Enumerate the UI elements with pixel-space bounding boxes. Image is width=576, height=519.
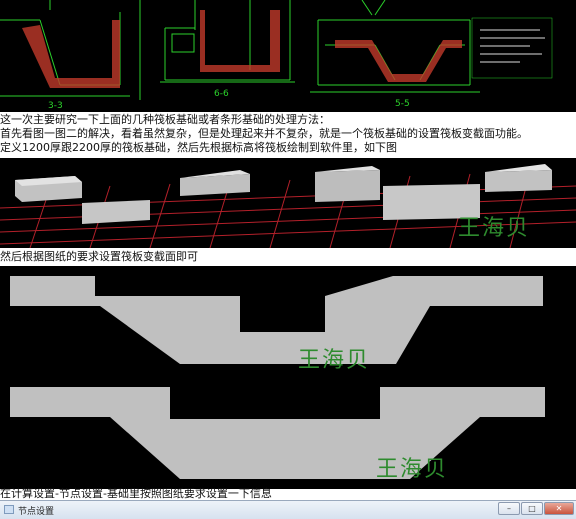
watermark-iso: 王海贝	[458, 216, 531, 241]
window-app-icon	[4, 505, 14, 514]
paragraph-line-2: 首先看图一图二的解决，看着虽然复杂，但是处理起来并不复杂，就是一个筏板基础的设置…	[0, 127, 528, 140]
section-1-profile	[10, 276, 543, 364]
raft-3d-view: 王海贝	[0, 158, 576, 248]
hatch-6-6	[200, 10, 280, 72]
paragraph-line-1: 这一次主要研究一下上面的几种筏板基础或者条形基础的处理方法：	[0, 113, 330, 126]
close-button[interactable]: ✕	[544, 502, 574, 515]
watermark-section-1: 王海贝	[298, 348, 371, 373]
raft-section-2: 王海贝	[0, 381, 576, 489]
cad-sections-svg: 3-3 6-6 5-5	[0, 0, 553, 111]
caption-settings: 在计算设置-节点设置-基础里按照图纸要求设置一下信息	[0, 487, 272, 500]
paragraph-line-3: 定义1200厚跟2200厚的筏板基础，然后先根据标高将筏板绘制到软件里，如下图	[0, 141, 397, 154]
hatch-5-5	[335, 40, 462, 82]
watermark-section-2: 王海贝	[376, 457, 449, 482]
label-6-6: 6-6	[214, 89, 229, 99]
section-2-profile	[10, 387, 545, 479]
section-1-svg	[10, 276, 543, 364]
node-settings-window-titlebar[interactable]: 节点设置 – □ ✕	[0, 500, 576, 519]
maximize-button[interactable]: □	[521, 502, 543, 515]
raft-section-1: 王海贝	[0, 266, 576, 381]
hatch-3-3	[22, 20, 120, 88]
section-2-svg	[10, 387, 545, 479]
label-5-5: 5-5	[395, 99, 410, 109]
cad-drawing: 3-3 6-6 5-5	[0, 0, 576, 112]
cad-notes-panel	[471, 17, 553, 79]
label-3-3: 3-3	[48, 101, 63, 111]
caption-sections: 然后根据图纸的要求设置筏板变截面即可	[0, 250, 198, 263]
minimize-button[interactable]: –	[498, 502, 520, 515]
window-title: 节点设置	[18, 507, 55, 517]
